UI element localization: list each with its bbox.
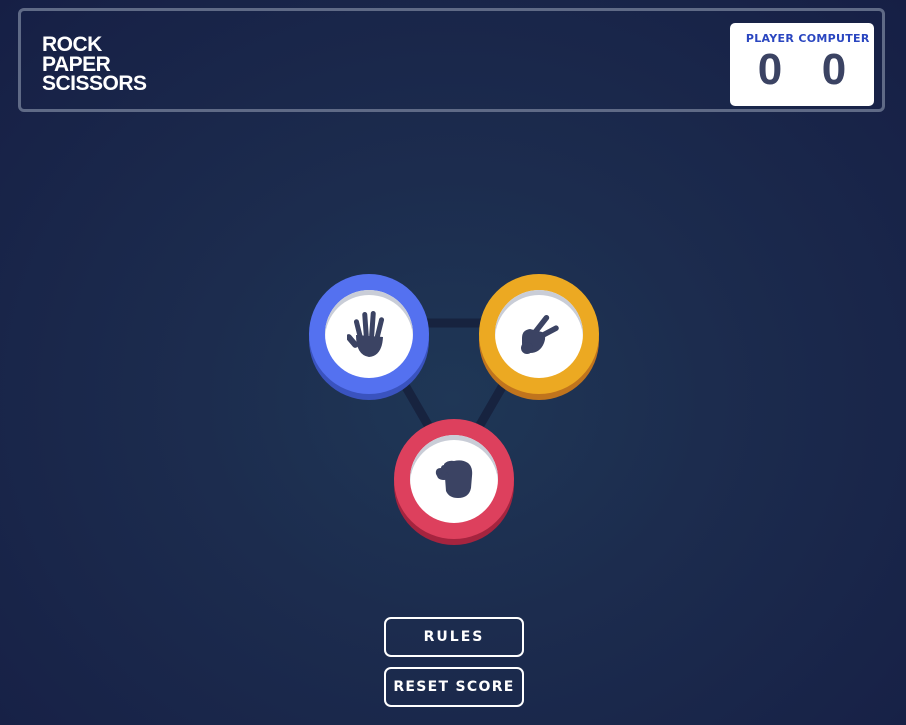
- computer-label: COMPUTER: [798, 32, 870, 45]
- reset-score-button[interactable]: RESET SCORE: [384, 667, 524, 707]
- header: ROCK PAPER SCISSORS PLAYER 0 COMPUTER 0: [18, 8, 885, 112]
- fist-icon: [435, 460, 473, 498]
- scoreboard: PLAYER 0 COMPUTER 0: [730, 23, 874, 106]
- paper-token-face: [325, 290, 413, 378]
- rules-button[interactable]: RULES: [384, 617, 524, 657]
- player-score-panel: PLAYER 0: [734, 23, 806, 92]
- logo-line-scissors: SCISSORS: [42, 72, 147, 95]
- open-hand-icon: [347, 311, 385, 357]
- computer-score: 0: [821, 45, 847, 94]
- scissors-hand-icon: [521, 314, 559, 354]
- game-logo: ROCK PAPER SCISSORS: [42, 33, 147, 95]
- player-label: PLAYER: [745, 32, 795, 45]
- scissors-choice-button[interactable]: [479, 274, 599, 394]
- scissors-token-face: [495, 290, 583, 378]
- rock-token-face: [410, 435, 498, 523]
- paper-choice-button[interactable]: [309, 274, 429, 394]
- player-score: 0: [757, 45, 783, 94]
- computer-score-panel: COMPUTER 0: [798, 23, 870, 92]
- logo-line-rock: ROCK: [42, 33, 102, 56]
- rock-choice-button[interactable]: [394, 419, 514, 539]
